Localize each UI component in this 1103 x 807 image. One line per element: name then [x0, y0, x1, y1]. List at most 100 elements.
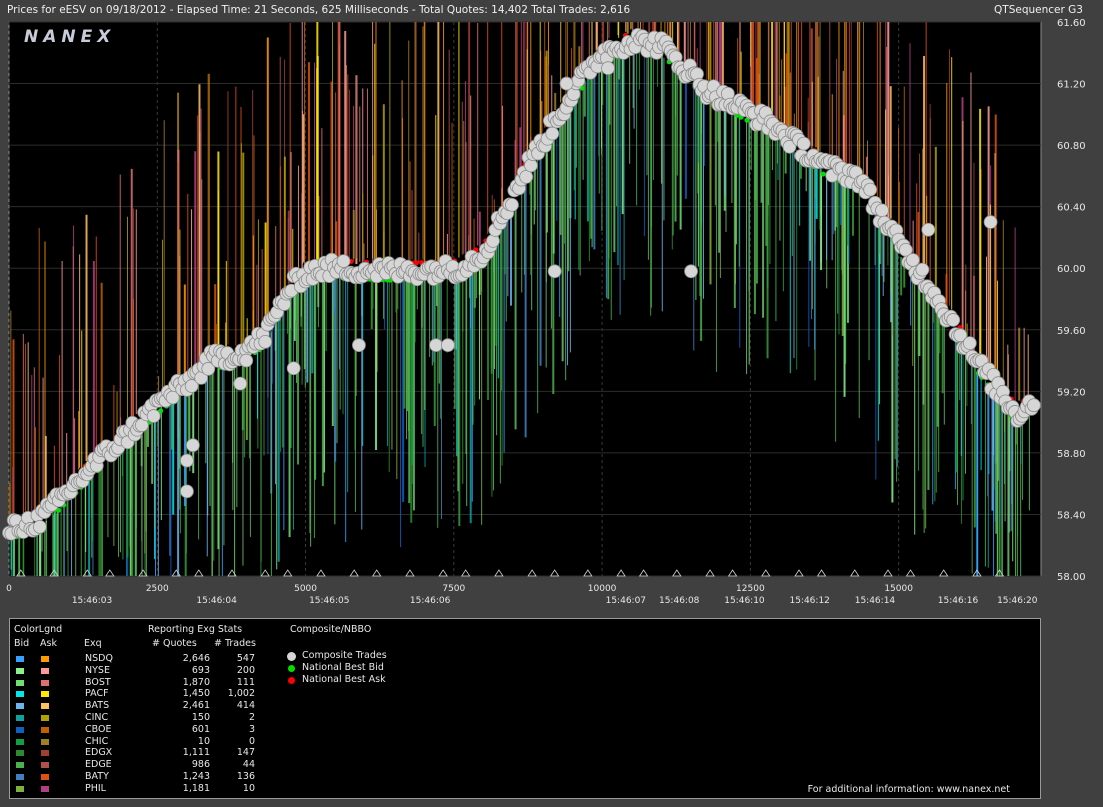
trade-count: 200	[236, 664, 255, 676]
bid-swatch	[16, 679, 24, 686]
ask-swatch	[41, 656, 49, 662]
trades-column-header: # Trades	[214, 638, 256, 649]
time-label: 15:46:06	[410, 596, 451, 606]
y-tick-label: 61.60	[1057, 18, 1086, 29]
exchange-name: PACF	[85, 688, 109, 700]
exchange-name: CHIC	[85, 735, 109, 747]
ask-swatch	[41, 703, 49, 710]
bid-swatch	[16, 656, 24, 662]
quote-count: 150	[191, 712, 210, 723]
time-label: 15:46:16	[938, 596, 979, 606]
x-tick-label: 5000	[294, 584, 317, 594]
composite-title: Composite/NBBO	[290, 624, 372, 635]
composite-trade-marker	[545, 126, 560, 141]
stats-title: Reporting Exg Stats	[148, 624, 243, 635]
y-tick-label: 58.40	[1057, 510, 1086, 521]
time-label: 15:46:03	[72, 596, 112, 606]
y-tick-label: 61.20	[1057, 80, 1086, 91]
time-label: 15:46:05	[309, 596, 349, 606]
ask-swatch	[41, 715, 49, 721]
composite-trade-marker	[559, 76, 574, 91]
bid-swatch	[16, 785, 24, 792]
composite-trade-marker	[601, 61, 615, 76]
bid-swatch	[16, 774, 24, 780]
quote-count: 1,111	[182, 747, 210, 759]
ask-column-header: Ask	[40, 638, 57, 649]
composite-trade-marker	[796, 136, 811, 151]
composite-trade-marker	[429, 338, 443, 353]
composite-trade-marker	[983, 215, 998, 229]
national-best-bid-marker	[820, 171, 826, 177]
quote-count: 1,243	[182, 771, 210, 782]
trade-count: 147	[236, 747, 255, 759]
legend-panel: ColorLgnd Bid Ask Exq Reporting Exg Stat…	[9, 618, 1041, 799]
composite-trade-marker	[352, 338, 366, 353]
composite-trade-marker	[146, 409, 161, 423]
y-tick-label: 58.80	[1057, 449, 1086, 460]
exchange-name: BATY	[85, 771, 109, 782]
composite-trade-marker	[905, 253, 920, 267]
quote-count: 693	[191, 664, 210, 676]
quote-count: 1,181	[182, 782, 210, 794]
bid-swatch	[16, 715, 24, 721]
bid-swatch	[16, 738, 24, 745]
time-label: 15:46:07	[606, 596, 646, 606]
exchange-name: CINC	[85, 712, 109, 723]
trade-count: 1,002	[227, 688, 255, 700]
trade-count: 10	[242, 782, 255, 794]
exchange-name: BOST	[85, 676, 111, 688]
time-label: 15:46:04	[196, 596, 237, 606]
composite-trade-marker	[946, 313, 961, 327]
x-tick-label: 10000	[588, 584, 617, 594]
composite-trade-marker	[239, 353, 254, 368]
composite-trade-marker	[233, 376, 248, 391]
trade-count: 136	[236, 771, 255, 782]
quote-count: 1,450	[182, 688, 210, 700]
time-label: 15:46:14	[855, 596, 896, 606]
quote-count: 2,646	[182, 653, 210, 664]
composite-trade-marker	[32, 519, 47, 534]
quote-count: 601	[191, 723, 210, 735]
composite-trade-marker	[440, 338, 455, 353]
bid-column-header: Bid	[14, 638, 30, 649]
quote-count: 1,870	[182, 676, 210, 688]
ask-swatch	[41, 679, 49, 686]
time-label: 15:46:10	[724, 596, 765, 606]
composite-trade-marker	[180, 453, 194, 468]
bid-swatch	[16, 750, 24, 757]
y-tick-label: 60.80	[1057, 141, 1086, 152]
trade-count: 3	[248, 723, 255, 735]
time-label: 15:46:20	[997, 596, 1038, 606]
x-tick-label: 0	[6, 584, 12, 594]
composite-trade-marker	[519, 169, 534, 184]
composite-marker-icon	[288, 665, 295, 672]
exchange-name: NYSE	[85, 664, 110, 676]
trade-count: 0	[248, 735, 255, 747]
footer-note: For additional information: www.nanex.ne…	[807, 784, 1010, 795]
trade-count: 44	[242, 759, 255, 771]
bid-swatch	[16, 691, 24, 698]
quote-count: 10	[197, 735, 210, 747]
ask-swatch	[41, 667, 49, 674]
quote-count: 986	[191, 759, 210, 771]
x-tick-label: 2500	[146, 584, 169, 594]
ask-swatch	[41, 726, 49, 733]
composite-trade-marker	[524, 158, 538, 173]
composite-trade-marker	[875, 203, 889, 218]
time-label: 15:46:08	[659, 596, 700, 606]
ask-swatch	[41, 785, 49, 792]
exchange-name: EDGE	[85, 759, 112, 771]
bid-swatch	[16, 703, 24, 710]
quote-count: 2,461	[182, 700, 210, 712]
color-legend-title: ColorLgnd	[14, 624, 63, 635]
composite-trade-marker	[286, 361, 301, 376]
exchange-name: PHIL	[85, 782, 106, 794]
time-label: 15:46:12	[789, 596, 829, 606]
bid-swatch	[16, 726, 24, 733]
x-tick-label: 15000	[884, 584, 913, 594]
trade-count: 2	[248, 712, 255, 723]
price-chart[interactable]: 61.60 61.20 60.80 60.40 60.00 59.60 59.20 58.80…	[0, 0, 1103, 615]
composite-trade-marker	[684, 264, 698, 279]
composite-marker-icon	[287, 652, 296, 661]
composite-trade-marker	[863, 182, 878, 197]
